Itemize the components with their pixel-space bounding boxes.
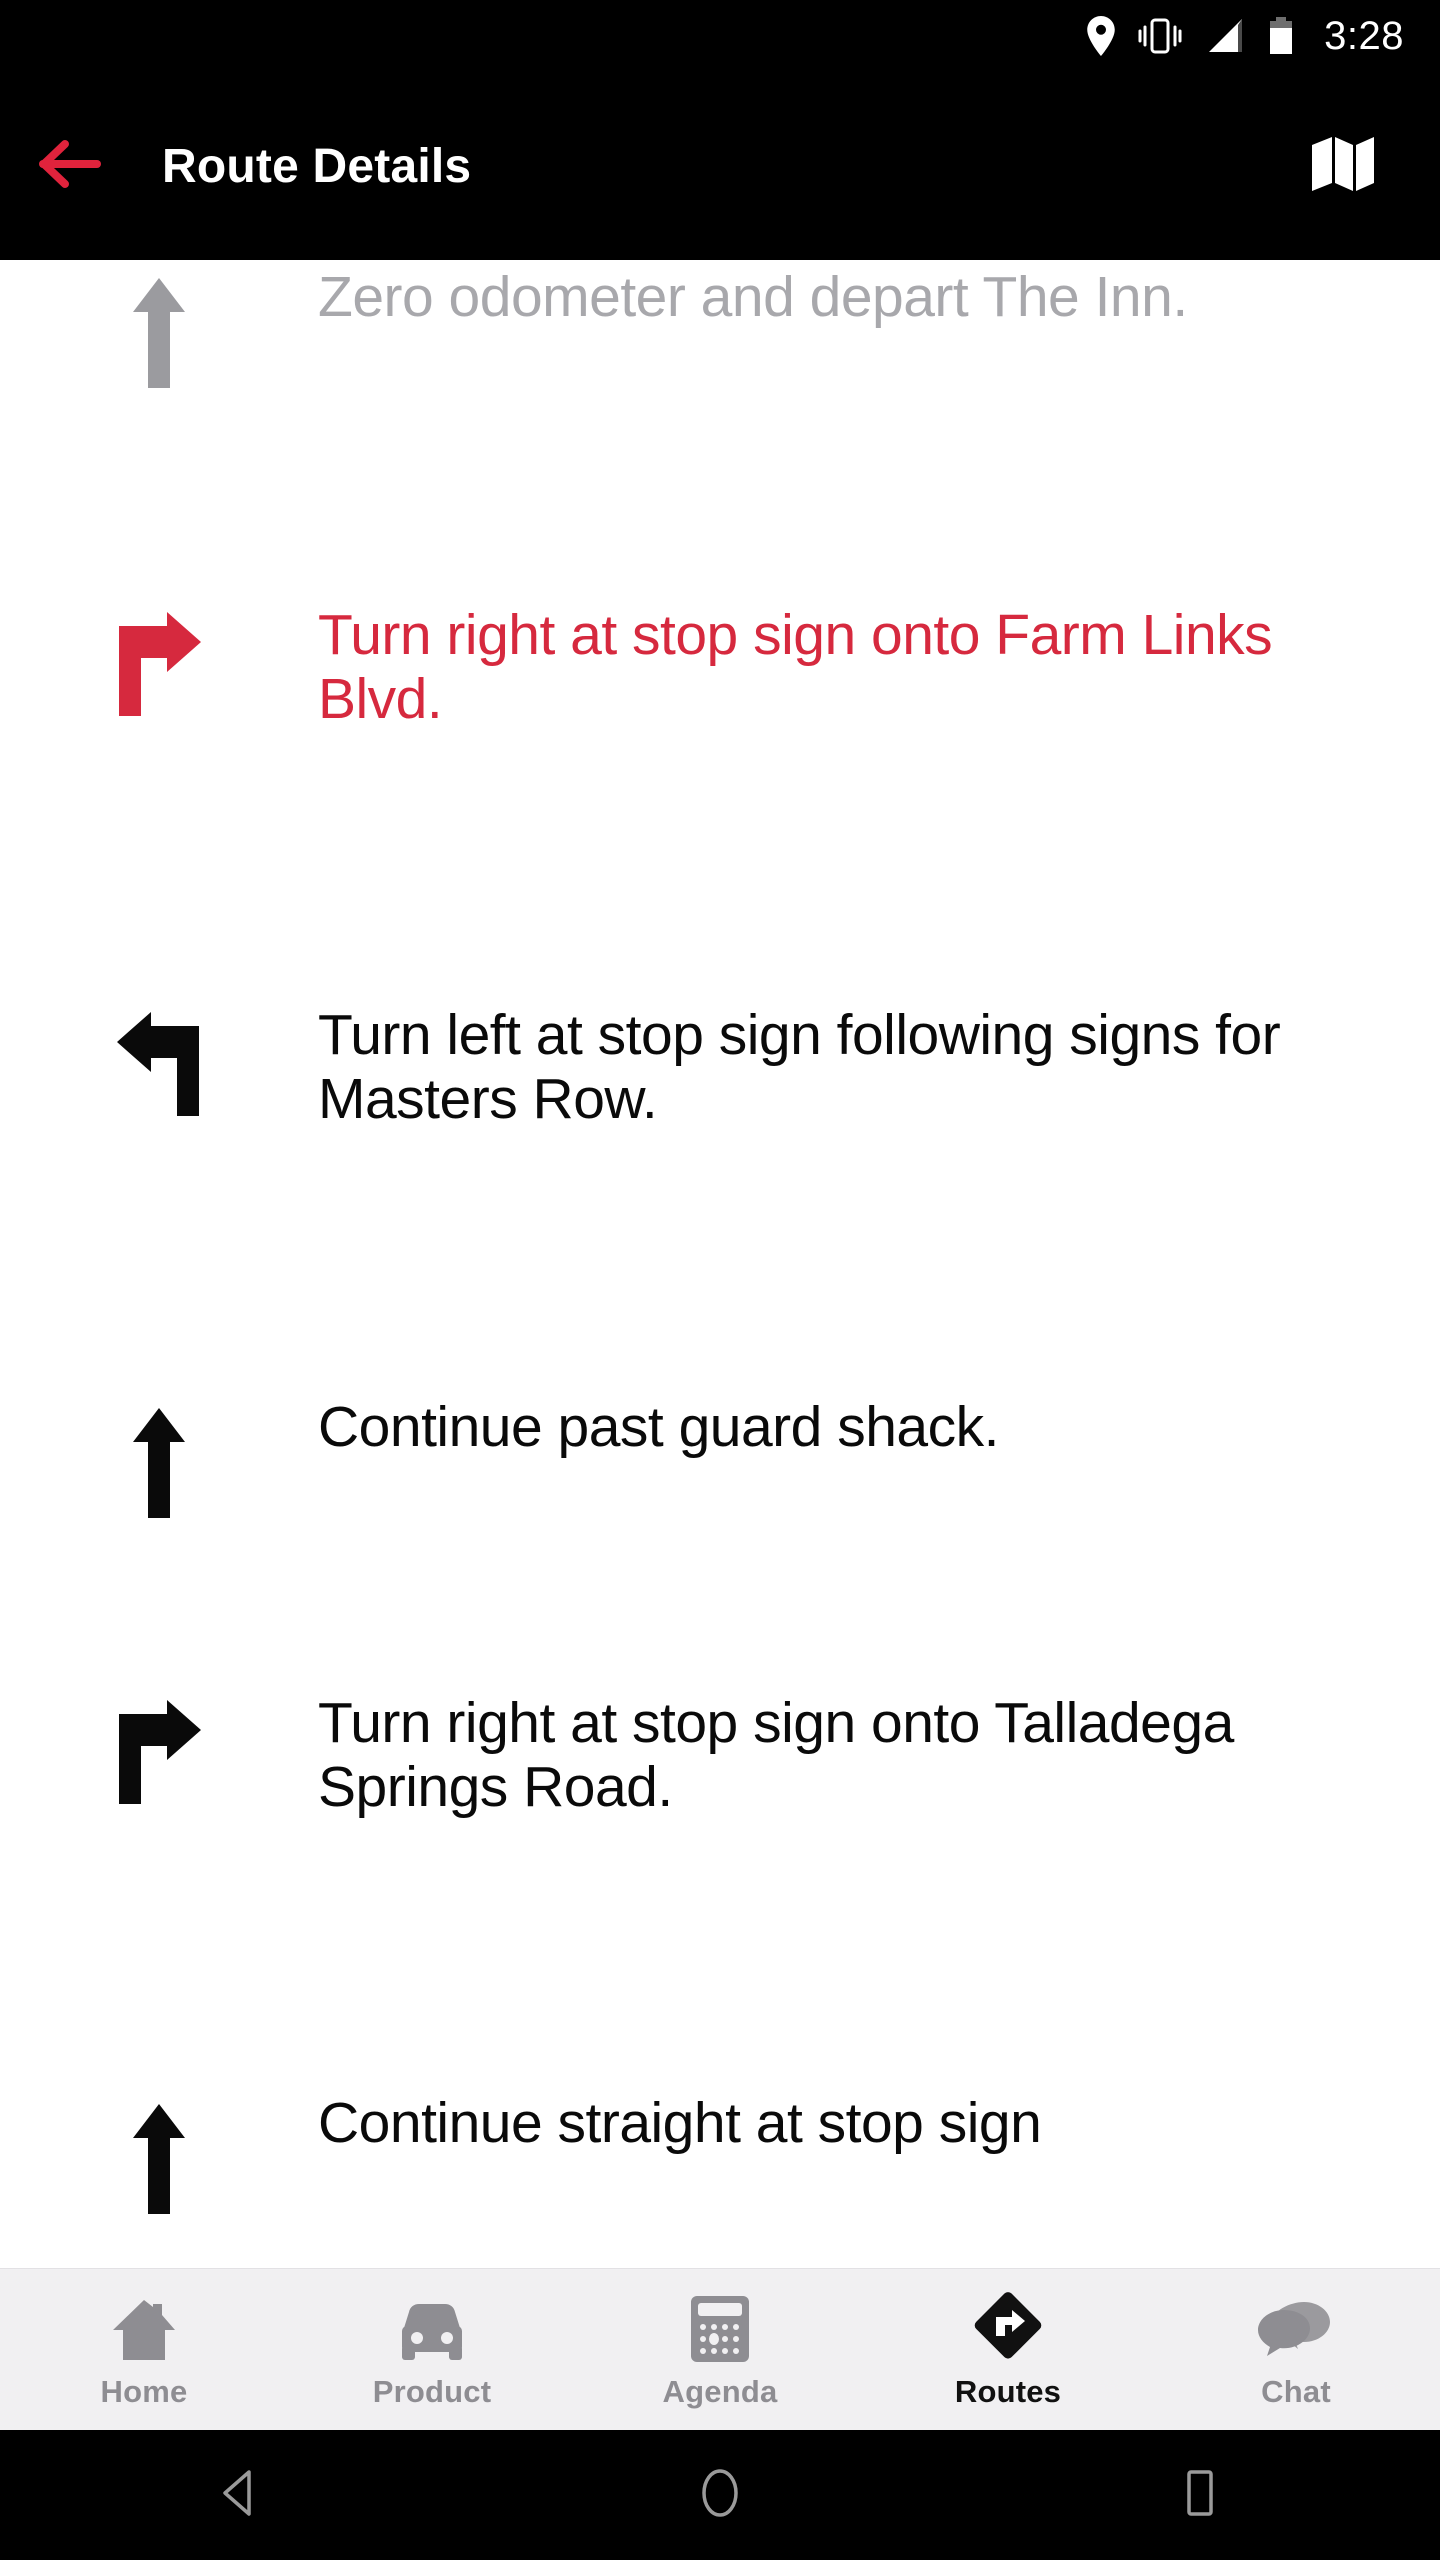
arrow-straight-icon [117,1404,201,1527]
arrow-straight-icon [117,274,201,397]
back-button[interactable] [0,72,140,260]
bottom-tab-bar: Home Product Agenda Routes Chat [0,2268,1440,2430]
route-step-item[interactable]: Turn right at stop sign onto Farm Links … [0,598,1440,998]
battery-icon [1268,16,1294,56]
signal-bars-icon [1204,16,1246,56]
phone-screen: 3:28 Route Details Zero odometer and dep… [0,0,1440,2560]
tab-agenda[interactable]: Agenda [576,2269,864,2430]
route-step-item[interactable]: Zero odometer and depart The Inn. [0,260,1440,598]
nav-recents-button[interactable] [1100,2430,1300,2560]
route-step-text: Turn right at stop sign onto Talladega S… [318,1691,1234,1819]
arrow-turn-right-icon [111,1700,207,1813]
maneuver-icon-cell [0,998,318,1125]
route-step-text: Continue straight at stop sign [318,2091,1042,2155]
maneuver-icon-cell [0,2086,318,2223]
calculator-icon [689,2290,751,2364]
maneuver-icon-cell [0,1390,318,1527]
tab-chat[interactable]: Chat [1152,2269,1440,2430]
nav-home-button[interactable] [620,2430,820,2560]
nav-back-button[interactable] [140,2430,340,2560]
tab-home[interactable]: Home [0,2269,288,2430]
nav-recents-square-icon [1181,2468,1219,2523]
tab-label: Routes [954,2373,1062,2409]
route-diamond-icon [970,2290,1046,2364]
nav-home-circle-icon [696,2467,744,2524]
maneuver-icon-cell [0,260,318,397]
maneuver-icon-cell [0,598,318,725]
route-step-item[interactable]: Turn right at stop sign onto Talladega S… [0,1686,1440,2086]
android-navigation-bar [0,2430,1440,2560]
map-icon [1310,132,1376,201]
vibrate-icon [1138,16,1182,56]
status-bar-clock: 3:28 [1324,13,1404,58]
tab-product[interactable]: Product [288,2269,576,2430]
tab-label: Product [372,2373,492,2409]
map-button[interactable] [1288,111,1398,221]
status-bar: 3:28 [0,0,1440,72]
back-arrow-icon [39,138,101,195]
route-step-text: Zero odometer and depart The Inn. [318,265,1188,329]
arrow-turn-right-icon [111,612,207,725]
house-icon [107,2290,181,2364]
tab-label: Agenda [662,2373,778,2409]
app-bar: Route Details [0,72,1440,260]
route-steps-list[interactable]: Zero odometer and depart The Inn. Turn r… [0,260,1440,2268]
tab-label: Chat [1261,2373,1331,2409]
tab-routes[interactable]: Routes [864,2269,1152,2430]
page-title: Route Details [162,139,472,193]
route-step-text: Turn right at stop sign onto Farm Links … [318,603,1273,731]
speech-bubbles-icon [1256,2290,1336,2364]
route-step-text: Continue past guard shack. [318,1395,999,1459]
nav-back-triangle-icon [217,2468,263,2523]
car-icon [395,2290,469,2364]
maneuver-icon-cell [0,1686,318,1813]
route-step-item[interactable]: Continue past guard shack. [0,1390,1440,1686]
route-step-text: Turn left at stop sign following signs f… [318,1003,1281,1131]
arrow-straight-icon [117,2100,201,2223]
location-pin-icon [1086,16,1116,56]
arrow-turn-left-icon [111,1012,207,1125]
tab-label: Home [100,2373,188,2409]
route-step-item[interactable]: Turn left at stop sign following signs f… [0,998,1440,1390]
route-step-item[interactable]: Continue straight at stop sign [0,2086,1440,2268]
